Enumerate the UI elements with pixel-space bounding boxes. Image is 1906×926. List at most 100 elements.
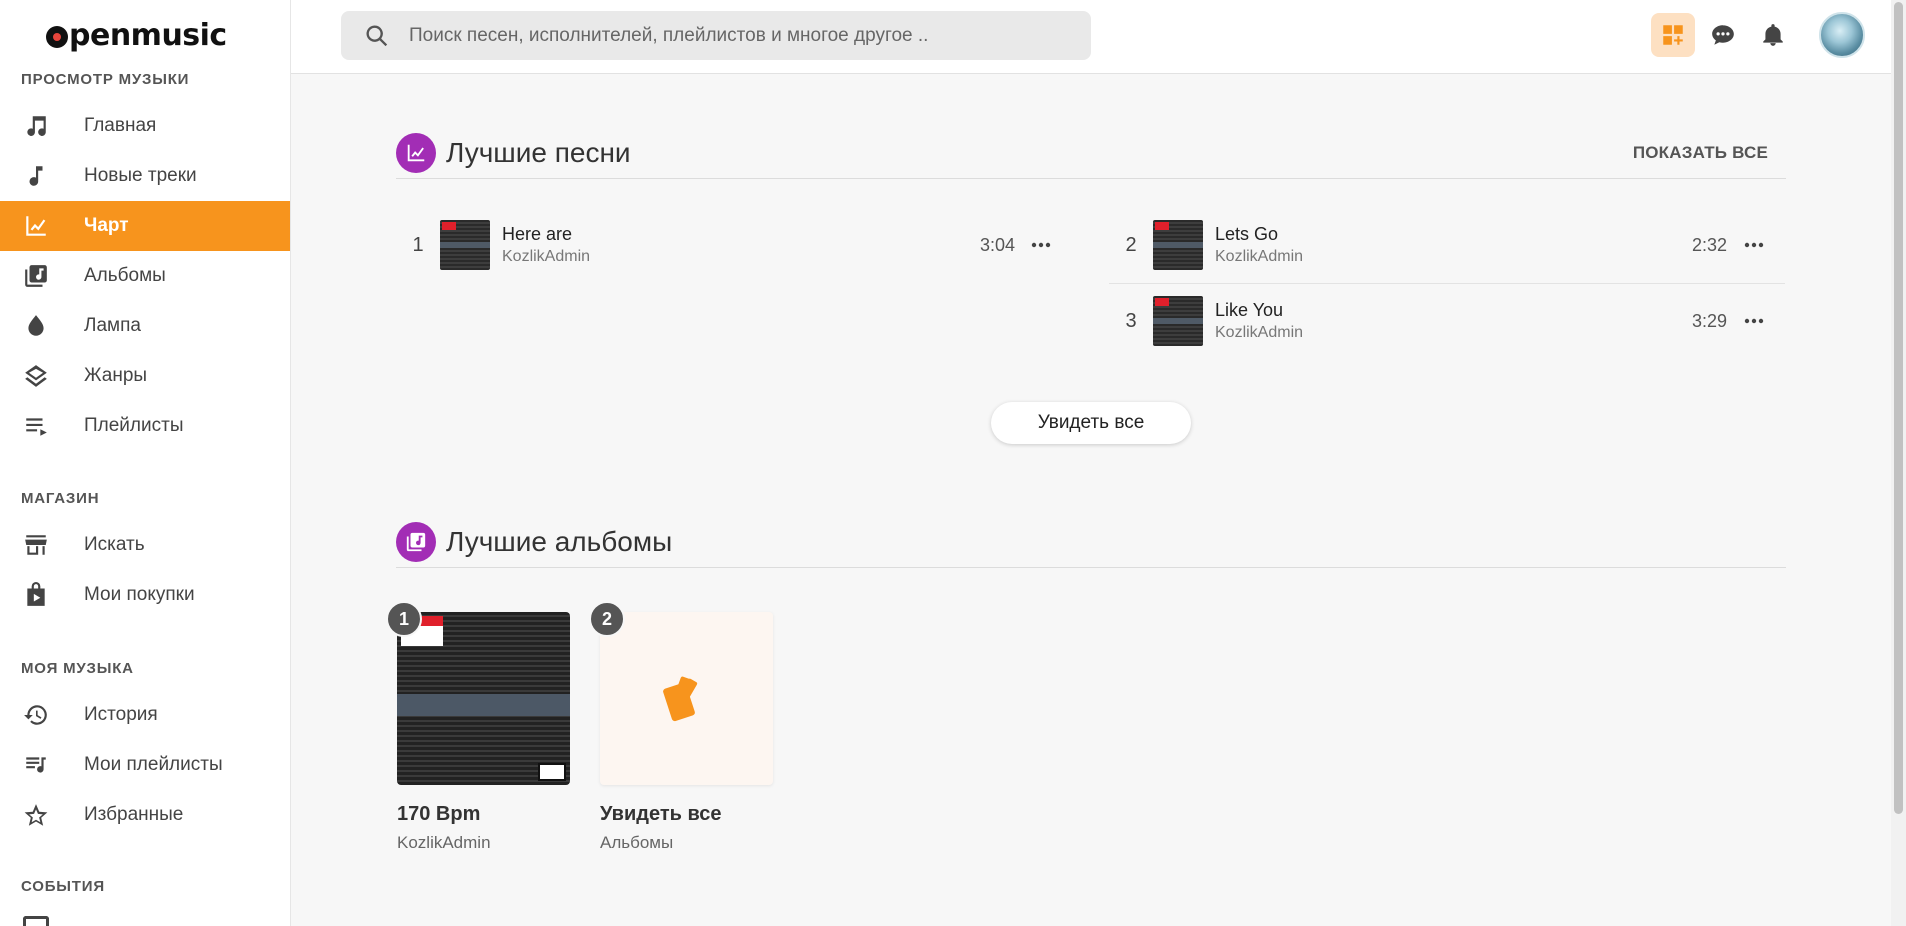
top-songs-header: Лучшие песни ПОКАЗАТЬ ВСЕ <box>396 127 1786 179</box>
album-card-see-all[interactable]: 2 Увидеть все Альбомы <box>589 601 773 853</box>
more-options-button[interactable] <box>1028 232 1054 258</box>
vinyl-logo-icon <box>46 26 68 48</box>
sidebar-item-label: Мои плейлисты <box>84 754 223 775</box>
album-title[interactable]: 170 Bpm <box>397 803 570 826</box>
sidebar-item-label: Альбомы <box>84 265 166 286</box>
sidebar-item-label: Мои покупки <box>84 584 195 605</box>
album-icon <box>23 263 49 289</box>
track-artist[interactable]: KozlikAdmin <box>502 248 590 266</box>
playlist-icon <box>23 413 49 439</box>
avatar[interactable] <box>1819 12 1865 58</box>
track-cover <box>440 220 490 270</box>
see-all-songs-button[interactable]: Увидеть все <box>991 402 1191 444</box>
more-horizontal-icon <box>1744 318 1764 324</box>
album-badge-icon <box>396 521 436 562</box>
page-scrollbar[interactable] <box>1891 0 1906 926</box>
album-artist[interactable]: KozlikAdmin <box>397 833 570 853</box>
sidebar-item-search[interactable]: Искать <box>0 520 290 570</box>
purchases-icon <box>23 582 49 608</box>
store-icon <box>23 532 49 558</box>
sidebar-item-label: Лампа <box>84 315 141 336</box>
section-title-browse: ПРОСМОТР МУЗЫКИ <box>21 71 190 88</box>
single-note-icon <box>23 163 49 189</box>
top-albums-title: Лучшие альбомы <box>446 525 673 557</box>
more-options-button[interactable] <box>1741 232 1767 258</box>
layers-icon <box>23 363 49 389</box>
track-rank: 2 <box>1125 233 1137 256</box>
track-rank: 3 <box>1125 309 1137 332</box>
sidebar: penmusic ПРОСМОТР МУЗЫКИ Главная Новые т… <box>0 0 291 926</box>
scrollbar-thumb[interactable] <box>1894 2 1903 814</box>
album-cover[interactable] <box>397 612 570 785</box>
chart-icon <box>23 213 49 239</box>
track-title[interactable]: Like You <box>1215 300 1303 321</box>
section-title-store: МАГАЗИН <box>21 490 100 507</box>
sidebar-item-label: Плейлисты <box>84 415 184 436</box>
see-all-albums-tile[interactable] <box>600 612 773 785</box>
sidebar-item-label: История <box>84 704 158 725</box>
show-all-link[interactable]: ПОКАЗАТЬ ВСЕ <box>1633 143 1768 163</box>
track-cover <box>1153 296 1203 346</box>
history-icon <box>23 702 49 728</box>
apps-add-icon <box>1663 25 1683 45</box>
sidebar-item-home[interactable]: Главная <box>0 101 290 151</box>
track-title[interactable]: Lets Go <box>1215 224 1303 245</box>
sidebar-item-genres[interactable]: Жанры <box>0 351 290 401</box>
album-rank-badge: 2 <box>589 601 625 637</box>
music-note-icon <box>23 113 49 139</box>
apps-add-button[interactable] <box>1651 13 1695 57</box>
sidebar-item-chart[interactable]: Чарт <box>0 201 290 251</box>
sidebar-item-new-tracks[interactable]: Новые треки <box>0 151 290 201</box>
sidebar-item-purchases[interactable]: Мои покупки <box>0 570 290 620</box>
drop-icon <box>23 313 49 339</box>
parental-advisory-label <box>538 763 566 781</box>
sidebar-item-history[interactable]: История <box>0 690 290 740</box>
more-horizontal-icon <box>1031 242 1051 248</box>
cards-icon <box>662 676 697 721</box>
sidebar-item-label: Избранные <box>84 804 184 825</box>
more-options-button[interactable] <box>1741 308 1767 334</box>
sidebar-item-label: Искать <box>84 534 145 555</box>
track-row[interactable]: 2 Lets Go KozlikAdmin 2:32 <box>1109 207 1769 283</box>
section-title-events: СОБЫТИЯ <box>21 878 105 895</box>
track-artist[interactable]: KozlikAdmin <box>1215 324 1303 342</box>
sidebar-item-label: Жанры <box>84 365 148 386</box>
top-bar <box>291 0 1891 74</box>
track-cover <box>1153 220 1203 270</box>
album-subtitle: Альбомы <box>600 833 674 852</box>
top-albums-header: Лучшие альбомы <box>396 516 1786 568</box>
track-row[interactable]: 3 Like You KozlikAdmin 3:29 <box>1109 283 1769 359</box>
album-card[interactable]: 1 170 Bpm KozlikAdmin <box>386 601 570 853</box>
calendar-icon[interactable] <box>23 916 49 926</box>
messages-button[interactable] <box>1701 13 1745 57</box>
track-duration: 3:04 <box>980 234 1016 255</box>
search-bar[interactable] <box>341 11 1091 60</box>
track-rank: 1 <box>412 233 424 256</box>
star-icon <box>23 802 49 828</box>
album-rank-badge: 1 <box>386 601 422 637</box>
chart-badge-icon <box>396 132 436 173</box>
sidebar-item-favorites[interactable]: Избранные <box>0 790 290 840</box>
sidebar-item-playlists[interactable]: Плейлисты <box>0 401 290 451</box>
top-actions <box>1645 12 1865 58</box>
sidebar-item-label: Главная <box>84 115 157 136</box>
more-horizontal-icon <box>1744 242 1764 248</box>
track-duration: 2:32 <box>1692 234 1728 255</box>
sidebar-item-lamp[interactable]: Лампа <box>0 301 290 351</box>
sidebar-item-my-playlists[interactable]: Мои плейлисты <box>0 740 290 790</box>
track-artist[interactable]: KozlikAdmin <box>1215 248 1303 266</box>
notifications-button[interactable] <box>1751 13 1795 57</box>
sidebar-item-label: Чарт <box>84 215 129 236</box>
track-row[interactable]: 1 Here are KozlikAdmin 3:04 <box>396 207 1056 283</box>
logo-text: penmusic <box>69 17 227 53</box>
section-title-my-music: МОЯ МУЗЫКА <box>21 660 134 677</box>
track-duration: 3:29 <box>1692 310 1728 331</box>
search-icon <box>366 25 388 46</box>
openmusic-logo[interactable]: penmusic <box>46 17 227 53</box>
track-title[interactable]: Here are <box>502 224 590 245</box>
sidebar-item-label: Новые треки <box>84 165 197 186</box>
album-title[interactable]: Увидеть все <box>600 803 773 826</box>
sidebar-item-albums[interactable]: Альбомы <box>0 251 290 301</box>
chat-bubble-icon <box>1712 25 1734 45</box>
search-input[interactable] <box>409 24 1029 47</box>
